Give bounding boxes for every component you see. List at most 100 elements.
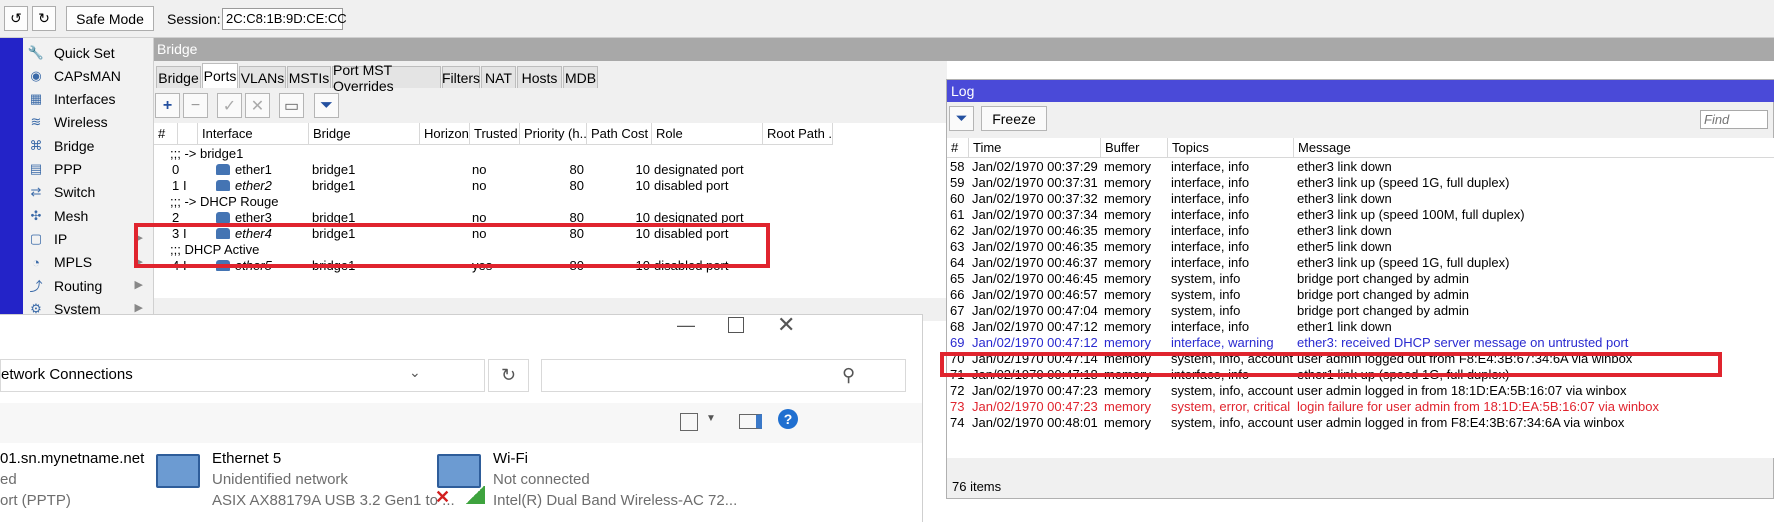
safe-mode-button[interactable]: Safe Mode	[66, 6, 154, 31]
refresh-button[interactable]: ↻	[488, 359, 529, 392]
minus-icon: −	[190, 96, 201, 114]
log-column-header[interactable]: Buffer	[1101, 138, 1168, 158]
main-menu: 🔧 Quick Set ◉ CAPsMAN ▦ Interfaces ≋ Wireless ⌘ B…	[23, 38, 154, 318]
address-bar[interactable]: etwork Connections ⌄	[0, 359, 485, 392]
log-column-header[interactable]: Topics	[1168, 138, 1294, 158]
interface-icon	[216, 180, 230, 191]
menu-item-interfaces[interactable]: ▦ Interfaces	[23, 88, 153, 111]
wireless-icon: ≋	[30, 114, 42, 130]
session-field[interactable]: 2C:C8:1B:9D:CE:CC	[222, 8, 347, 30]
tab-port-mst-overrides[interactable]: Port MST Overrides	[332, 62, 441, 94]
preview-pane-icon[interactable]	[739, 414, 762, 429]
change-view-icon[interactable]	[680, 413, 698, 431]
highlight-box-dhcp-warning	[940, 352, 1722, 377]
column-header[interactable]: Bridge	[309, 123, 420, 145]
tab-filters[interactable]: Filters	[442, 66, 480, 88]
menu-item-label: Routing	[54, 277, 103, 294]
menu-item-capsman[interactable]: ◉ CAPsMAN	[23, 64, 153, 87]
log-column-header[interactable]: Time	[969, 138, 1101, 158]
help-icon[interactable]: ?	[778, 409, 798, 429]
redo-icon: ↻	[38, 10, 50, 26]
column-header[interactable]: Interface	[198, 123, 309, 145]
comment-button[interactable]: ▭	[279, 93, 304, 118]
menu-item-switch[interactable]: ⇄ Switch	[23, 181, 153, 204]
network-name: Ethernet 5	[212, 450, 282, 467]
tab-ports[interactable]: Ports	[202, 63, 238, 88]
chevron-down-icon[interactable]: ⌄	[409, 364, 421, 381]
log-filter-button[interactable]: ⏷	[949, 106, 974, 131]
tab-nat[interactable]: NAT	[481, 66, 516, 88]
menu-item-label: Quick Set	[54, 44, 115, 61]
menu-item-label: IP	[54, 230, 68, 247]
minimize-button[interactable]: —	[677, 315, 695, 336]
log-column-header[interactable]: #	[947, 138, 969, 158]
log-window-title: Log	[947, 80, 1774, 102]
network-status: Unidentified network	[212, 471, 348, 488]
bridge-window-title: Bridge	[154, 38, 1774, 61]
cross-icon: ✕	[250, 97, 265, 115]
column-header[interactable]: Role	[652, 123, 763, 145]
maximize-button[interactable]	[728, 317, 744, 333]
mpls-icon: ◔	[32, 254, 40, 270]
column-header[interactable]: #	[154, 123, 178, 145]
network-status: Not connected	[493, 471, 590, 488]
enable-button[interactable]: ✓	[217, 93, 242, 118]
ip-icon: ▢	[29, 230, 43, 246]
network-connection-item[interactable]: ✕ Wi-Fi Not connected Intel(R) Dual Band Wi…	[435, 448, 737, 511]
menu-item-label: Wireless	[54, 114, 108, 131]
column-header[interactable]: Trusted	[470, 123, 520, 145]
column-header[interactable]: Path Cost	[587, 123, 652, 145]
menu-item-routing[interactable]: ⤴ Routing ▶	[23, 274, 153, 297]
network-name: 01.sn.mynetname.net	[0, 450, 145, 467]
undo-icon: ↺	[10, 10, 22, 26]
column-header[interactable]	[178, 123, 198, 145]
log-row[interactable]: 74 Jan/02/1970 00:48:01 memory system, info…	[947, 414, 1774, 432]
menu-item-bridge[interactable]: ⌘ Bridge	[23, 134, 153, 157]
menu-item-ppp[interactable]: ▤ PPP	[23, 158, 153, 181]
tab-hosts[interactable]: Hosts	[517, 66, 562, 88]
column-header[interactable]: Root Path ...	[763, 123, 833, 145]
search-icon: ⚲	[842, 365, 856, 385]
mesh-icon: ✣	[30, 207, 42, 223]
menu-item-label: Mesh	[54, 207, 89, 224]
top-toolbar: ↺ ↻ Safe Mode Session: 2C:C8:1B:9D:CE:CC	[0, 0, 1774, 38]
plus-icon: +	[162, 96, 173, 114]
tab-vlans[interactable]: VLANs	[239, 66, 286, 88]
menu-item-label: Switch	[54, 184, 96, 201]
network-connection-item[interactable]: 01.sn.mynetname.net ed ort (PPTP)	[0, 448, 144, 511]
search-input[interactable]: ⚲	[541, 359, 906, 392]
filter-button[interactable]: ⏷	[314, 93, 339, 118]
disconnected-icon: ✕	[435, 487, 451, 507]
wifi-adapter-icon	[437, 454, 481, 488]
refresh-icon: ↻	[500, 365, 517, 385]
undo-button[interactable]: ↺	[4, 6, 28, 31]
filter-icon: ⏷	[955, 110, 968, 127]
tab-bridge[interactable]: Bridge	[156, 66, 201, 88]
close-button[interactable]: ✕	[777, 312, 795, 338]
tab-mstis[interactable]: MSTIs	[287, 66, 331, 88]
disable-button[interactable]: ✕	[245, 93, 270, 118]
log-buffer: memory	[1104, 415, 1151, 430]
log-column-header[interactable]: Message	[1294, 138, 1774, 158]
column-header[interactable]: Horizon	[420, 123, 470, 145]
network-connection-item[interactable]: Ethernet 5 Unidentified network ASIX AX881…	[156, 448, 455, 511]
menu-side-strip	[0, 38, 23, 318]
remove-button[interactable]: −	[183, 93, 208, 118]
bridge-icon: ⌘	[29, 137, 43, 153]
tab-mdb[interactable]: MDB	[563, 66, 598, 88]
menu-item-label: Interfaces	[54, 91, 116, 108]
address-text: etwork Connections	[1, 366, 133, 383]
view-dropdown-icon[interactable]: ▼	[706, 413, 716, 424]
routing-icon: ⤴	[29, 279, 43, 294]
menu-item-wireless[interactable]: ≋ Wireless	[23, 111, 153, 134]
find-input[interactable]	[1700, 110, 1768, 129]
menu-item-quick-set[interactable]: 🔧 Quick Set	[23, 41, 153, 64]
network-device: ASIX AX88179A USB 3.2 Gen1 to ...	[212, 492, 455, 509]
interface-icon	[216, 164, 230, 175]
session-label: Session:	[167, 11, 221, 27]
column-header[interactable]: Priority (h...	[520, 123, 587, 145]
log-item-count: 76 items	[952, 479, 1002, 494]
freeze-button[interactable]: Freeze	[981, 106, 1047, 131]
redo-button[interactable]: ↻	[32, 6, 56, 31]
add-button[interactable]: +	[155, 93, 180, 118]
